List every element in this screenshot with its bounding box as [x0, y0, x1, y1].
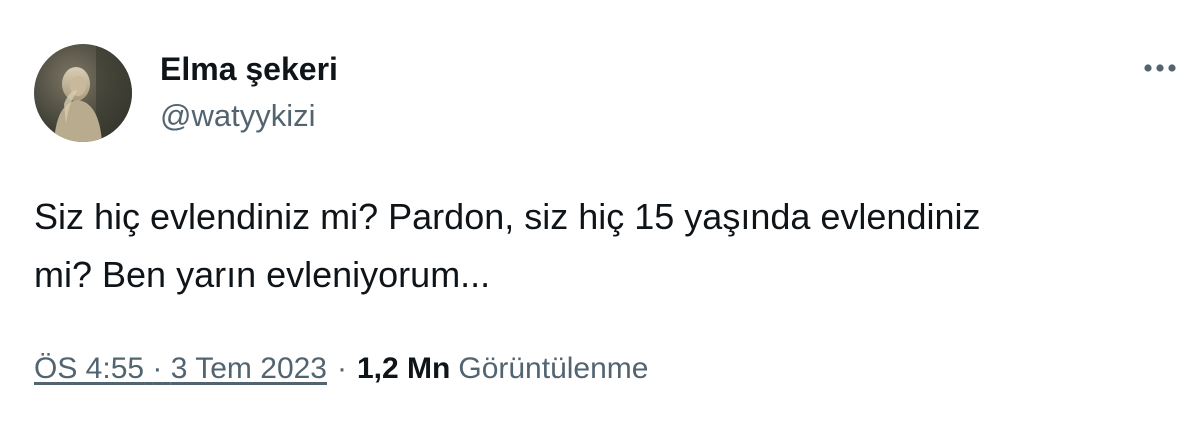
- display-name[interactable]: Elma şekeri: [160, 50, 338, 88]
- views-count: 1,2 Mn: [357, 352, 451, 385]
- avatar[interactable]: [34, 44, 132, 142]
- meta-dot-1: ·: [152, 352, 163, 385]
- user-handle[interactable]: @watyykizi: [160, 97, 315, 135]
- meta-dot-2: ·: [337, 352, 347, 385]
- profile-photo-icon: [34, 44, 132, 142]
- more-horizontal-icon: [1144, 64, 1176, 72]
- tweet-metadata: ÖS 4:55 · 3 Tem 2023 · 1,2 Mn Görüntülen…: [34, 349, 648, 389]
- more-options-button[interactable]: [1138, 50, 1182, 86]
- tweet-text: Siz hiç evlendiniz mi? Pardon, siz hiç 1…: [34, 196, 981, 295]
- tweet-timestamp-link[interactable]: ÖS 4:55 · 3 Tem 2023: [34, 349, 327, 389]
- views-label: Görüntülenme: [458, 352, 649, 385]
- tweet-card: Elma şekeri @watyykizi Siz hiç evlendini…: [0, 0, 1200, 428]
- tweet-date: 3 Tem 2023: [170, 352, 327, 385]
- tweet-time: ÖS 4:55: [34, 352, 145, 385]
